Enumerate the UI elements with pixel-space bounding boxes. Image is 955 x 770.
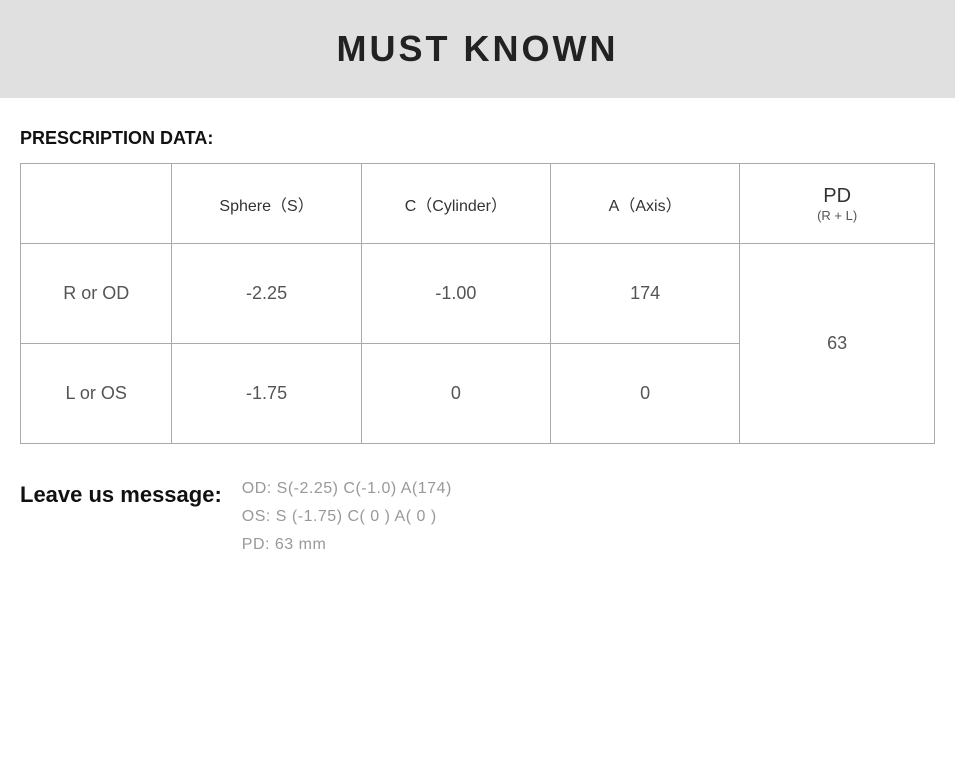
table-row-od: R or OD -2.25 -1.00 174 63 — [21, 244, 935, 344]
od-axis: 174 — [550, 244, 739, 344]
od-cylinder: -1.00 — [361, 244, 550, 344]
section-label: PRESCRIPTION DATA: — [20, 128, 935, 149]
prescription-table: Sphere（S） C（Cylinder） A（Axis） PD (R + L)… — [20, 163, 935, 444]
os-axis: 0 — [550, 344, 739, 444]
od-label: R or OD — [21, 244, 172, 344]
os-label: L or OS — [21, 344, 172, 444]
message-lines: OD: S(-2.25) C(-1.0) A(174) OS: S (-1.75… — [242, 480, 452, 554]
pd-value: 63 — [740, 244, 935, 444]
pd-main-label: PD — [750, 185, 924, 208]
os-cylinder: 0 — [361, 344, 550, 444]
os-sphere: -1.75 — [172, 344, 361, 444]
col-sphere-header: Sphere（S） — [172, 164, 361, 244]
page-title: MUST KNOWN — [337, 28, 619, 69]
message-line-os: OS: S (-1.75) C( 0 ) A( 0 ) — [242, 508, 452, 526]
leave-message-section: Leave us message: OD: S(-2.25) C(-1.0) A… — [20, 480, 935, 554]
col-pd-header: PD (R + L) — [740, 164, 935, 244]
main-content: PRESCRIPTION DATA: Sphere（S） C（Cylinder）… — [0, 128, 955, 554]
col-axis-header: A（Axis） — [550, 164, 739, 244]
table-header-row: Sphere（S） C（Cylinder） A（Axis） PD (R + L) — [21, 164, 935, 244]
header-banner: MUST KNOWN — [0, 0, 955, 98]
pd-sub-label: (R + L) — [750, 208, 924, 223]
col-empty-header — [21, 164, 172, 244]
message-line-pd: PD: 63 mm — [242, 536, 452, 554]
message-line-od: OD: S(-2.25) C(-1.0) A(174) — [242, 480, 452, 498]
od-sphere: -2.25 — [172, 244, 361, 344]
col-cylinder-header: C（Cylinder） — [361, 164, 550, 244]
leave-message-label: Leave us message: — [20, 480, 222, 508]
